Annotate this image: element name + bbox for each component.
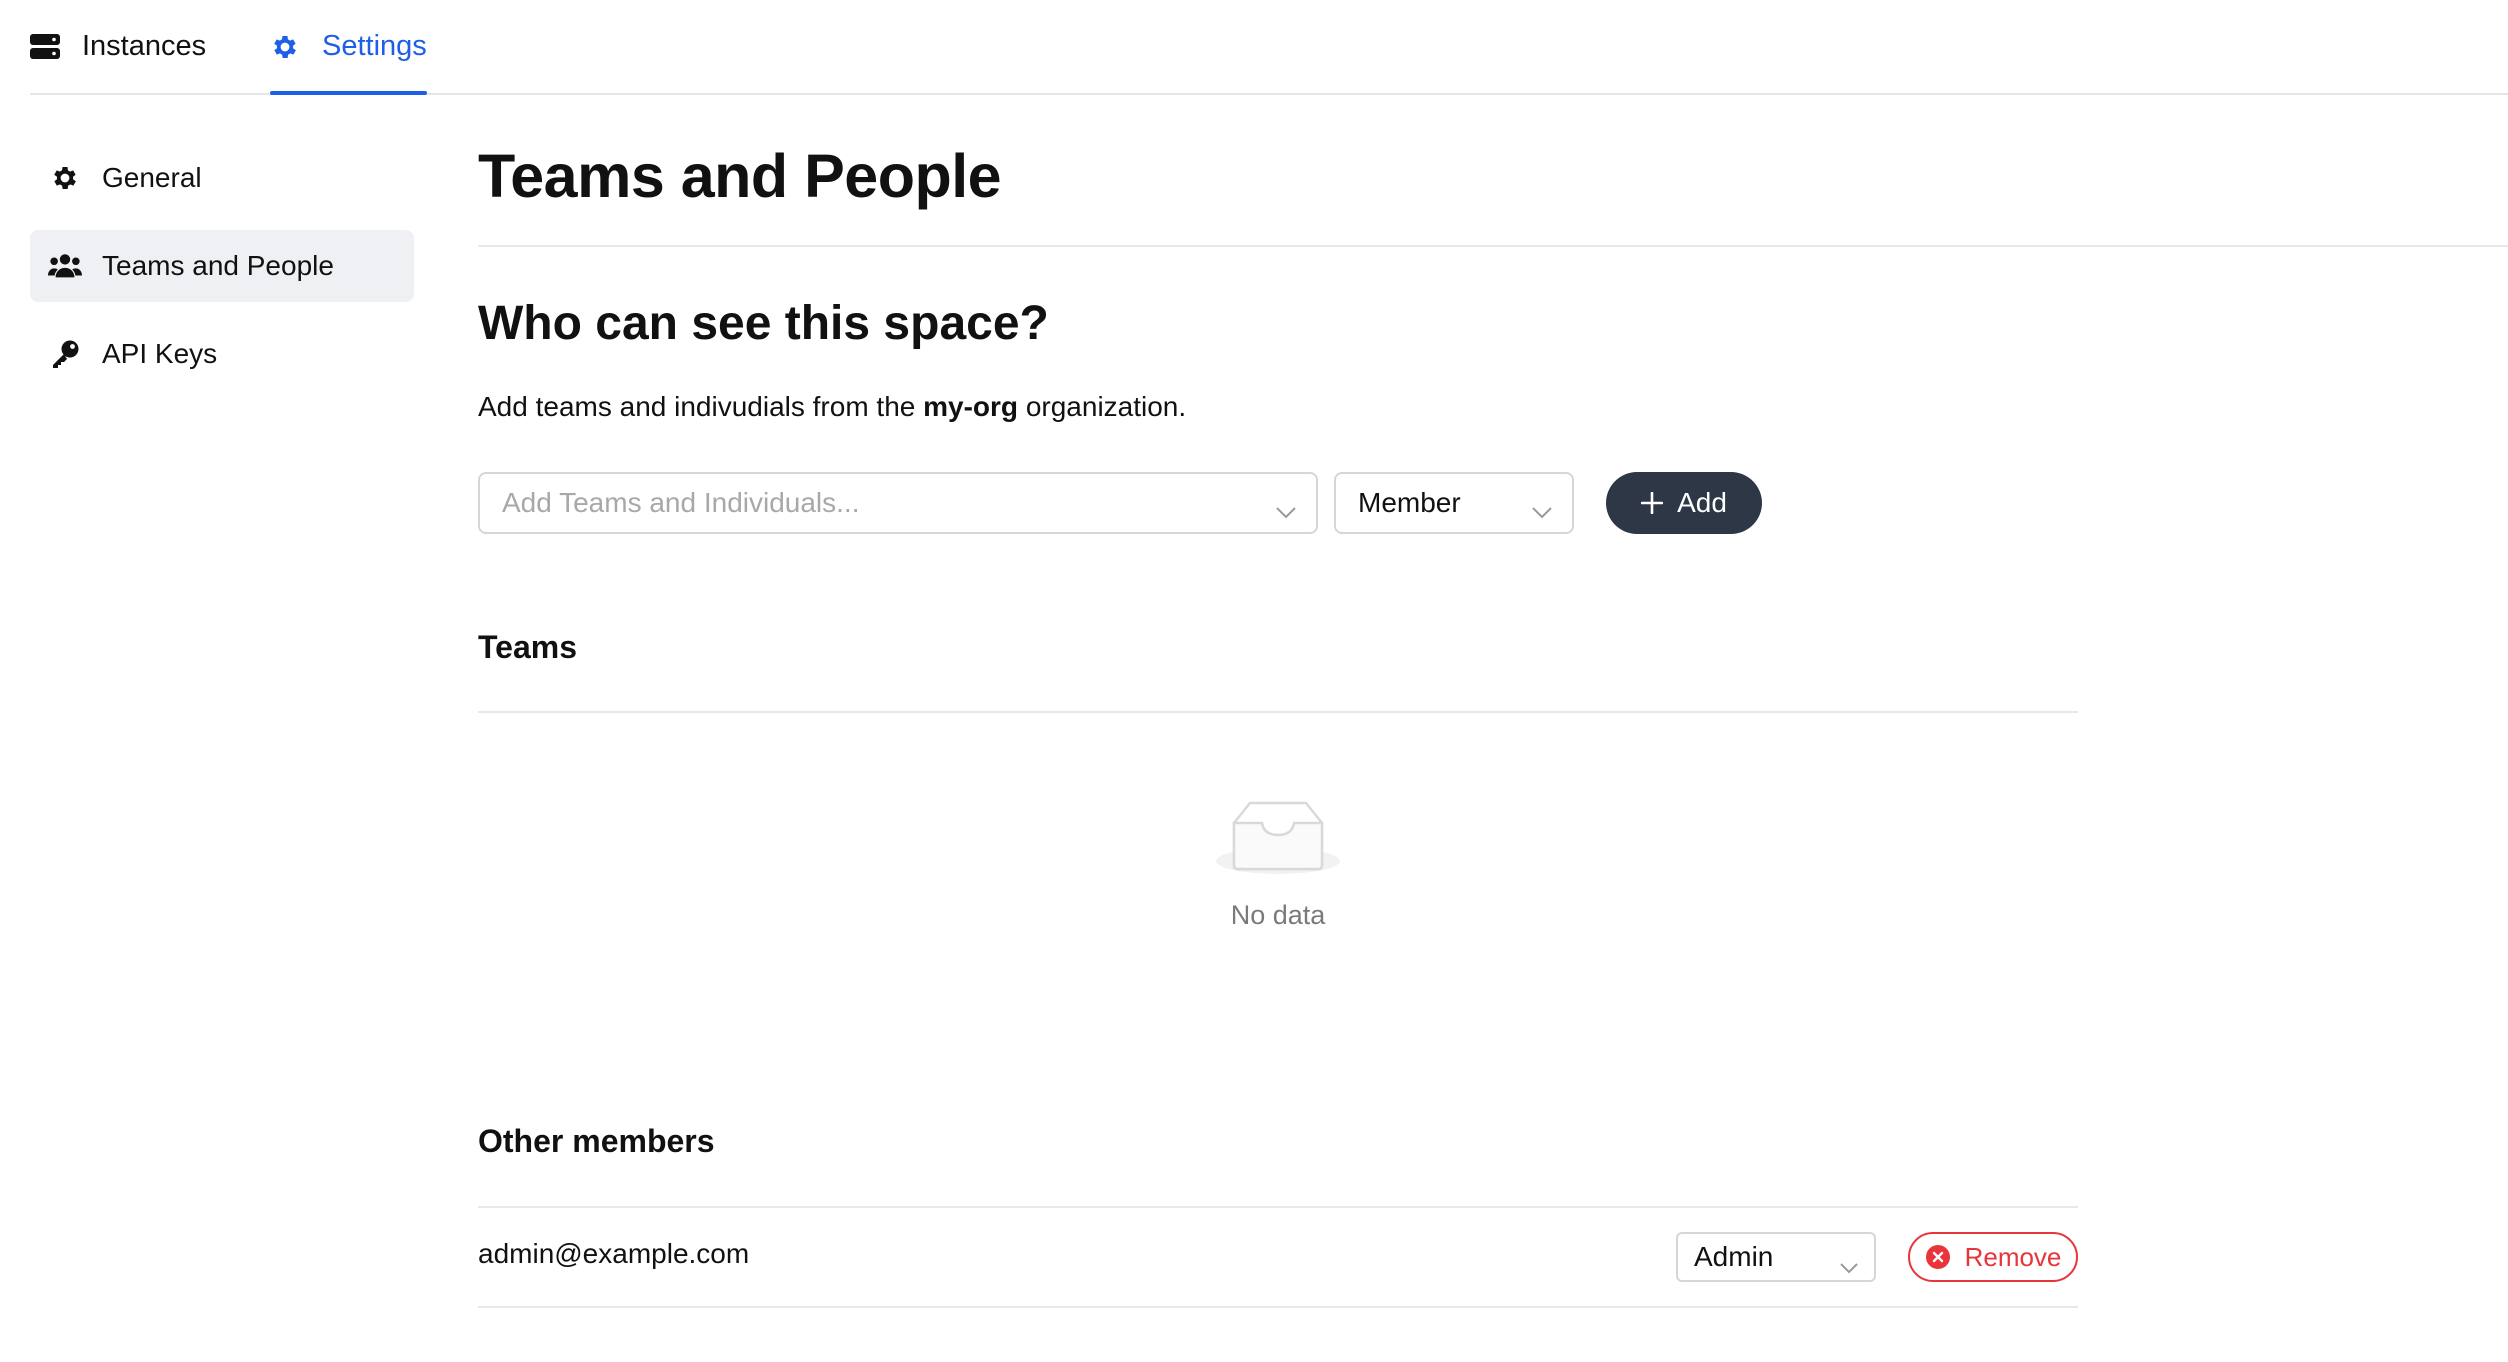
teams-empty-state: No data <box>478 793 2078 931</box>
chevron-down-icon <box>1840 1249 1858 1281</box>
search-placeholder: Add Teams and Individuals... <box>502 487 860 518</box>
description-suffix: organization. <box>1018 391 1187 422</box>
sidebar-item-general[interactable]: General <box>30 142 414 214</box>
teams-divider <box>478 711 2078 713</box>
member-role-value: Admin <box>1694 1241 1774 1272</box>
add-button-label: Add <box>1677 487 1727 518</box>
add-button[interactable]: Add <box>1606 472 1762 534</box>
section-title: Who can see this space? <box>478 297 1049 350</box>
users-icon <box>48 249 82 283</box>
settings-sidebar: General Teams and People API Keys <box>30 142 414 406</box>
empty-state-text: No data <box>1230 900 1326 930</box>
remove-member-button[interactable]: Remove <box>1908 1232 2078 1282</box>
empty-inbox-icon <box>1214 793 1342 884</box>
role-select[interactable]: Member <box>1334 472 1574 534</box>
sidebar-item-label: Teams and People <box>102 250 334 281</box>
gear-icon <box>48 161 82 195</box>
key-icon <box>48 337 82 371</box>
remove-button-label: Remove <box>1964 1241 2062 1272</box>
member-role-select[interactable]: Admin <box>1676 1232 1876 1282</box>
role-select-value: Member <box>1358 487 1461 518</box>
sidebar-item-teams-and-people[interactable]: Teams and People <box>30 230 414 302</box>
top-navigation: Instances Settings <box>30 0 2508 95</box>
member-email: admin@example.com <box>478 1238 750 1269</box>
other-members-heading: Other members <box>478 1123 715 1159</box>
close-circle-icon <box>1925 1244 1951 1270</box>
sidebar-item-api-keys[interactable]: API Keys <box>30 318 414 390</box>
add-teams-and-individuals-select[interactable]: Add Teams and Individuals... <box>478 472 1318 534</box>
sidebar-item-label: API Keys <box>102 338 218 369</box>
section-description: Add teams and indivudials from the my-or… <box>478 389 1186 425</box>
sidebar-item-label: General <box>102 162 202 193</box>
plus-icon <box>1641 492 1664 514</box>
tab-instances-label: Instances <box>82 30 207 62</box>
page-title: Teams and People <box>478 142 1002 210</box>
tab-settings[interactable]: Settings <box>270 0 427 95</box>
chevron-down-icon <box>1276 494 1296 526</box>
description-prefix: Add teams and indivudials from the <box>478 391 924 422</box>
organization-name: my-org <box>923 391 1019 422</box>
chevron-down-icon <box>1532 494 1552 526</box>
tab-settings-label: Settings <box>322 30 427 62</box>
member-row: admin@example.com Admin Remove <box>478 1208 2078 1308</box>
title-divider <box>478 245 2508 247</box>
tab-instances[interactable]: Instances <box>30 0 206 93</box>
server-icon <box>30 33 60 60</box>
teams-heading: Teams <box>478 629 578 665</box>
gear-icon <box>270 32 300 62</box>
